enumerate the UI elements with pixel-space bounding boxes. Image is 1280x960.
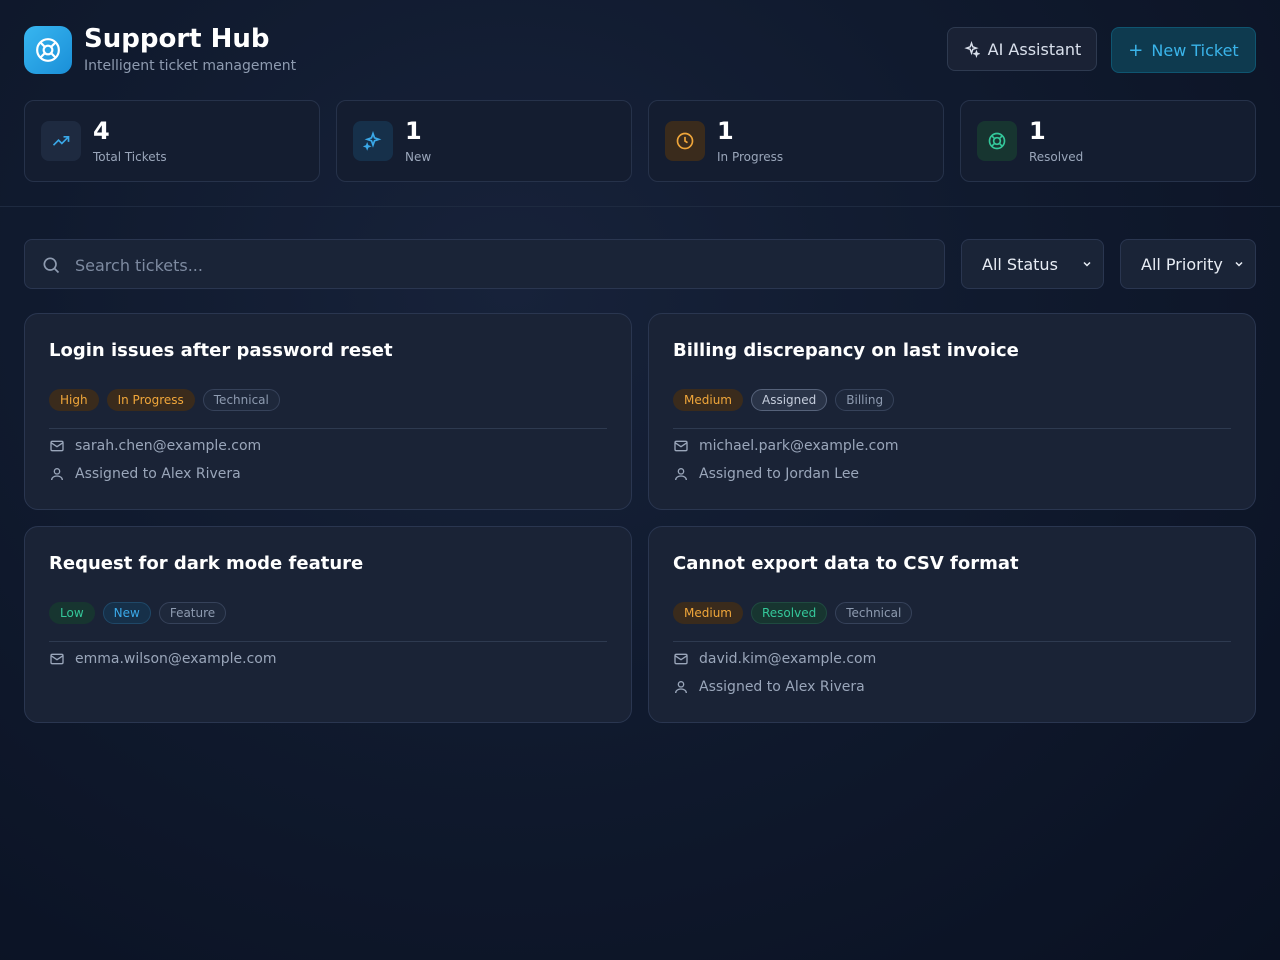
ticket-email: michael.park@example.com bbox=[673, 438, 899, 454]
new-ticket-label: New Ticket bbox=[1151, 40, 1239, 60]
header: Support Hub Intelligent ticket managemen… bbox=[0, 0, 1280, 207]
divider bbox=[673, 641, 1231, 642]
ticket-email: david.kim@example.com bbox=[673, 651, 876, 667]
plus-icon: + bbox=[1128, 39, 1144, 61]
category-badge: Technical bbox=[835, 602, 913, 624]
ticket-card[interactable]: Cannot export data to CSV format Medium … bbox=[648, 526, 1256, 723]
app-subtitle: Intelligent ticket management bbox=[84, 58, 297, 74]
ai-assistant-button[interactable]: AI Assistant bbox=[947, 27, 1097, 71]
ticket-assignee-text: Assigned to Alex Rivera bbox=[75, 466, 241, 482]
status-badge: Resolved bbox=[750, 602, 828, 624]
ticket-tags: Medium Assigned Billing bbox=[673, 389, 895, 411]
ticket-title: Request for dark mode feature bbox=[49, 553, 364, 574]
user-icon bbox=[675, 468, 687, 481]
ticket-card[interactable]: Login issues after password reset High I… bbox=[24, 313, 632, 510]
trending-up-icon bbox=[41, 121, 81, 161]
priority-badge: Medium bbox=[673, 602, 743, 624]
priority-badge: Low bbox=[49, 602, 95, 624]
divider bbox=[673, 428, 1231, 429]
stat-label: Resolved bbox=[1029, 150, 1084, 164]
category-badge: Feature bbox=[158, 602, 227, 624]
ticket-email-text: sarah.chen@example.com bbox=[75, 438, 262, 454]
ai-assistant-label: AI Assistant bbox=[987, 39, 1082, 59]
app-title: Support Hub bbox=[84, 24, 270, 54]
logo-life-buoy-icon bbox=[24, 26, 72, 74]
chevron-down-icon bbox=[1235, 261, 1243, 267]
ticket-assignee-text: Assigned to Jordan Lee bbox=[699, 466, 860, 482]
status-filter-value: All Status bbox=[982, 254, 1058, 274]
stat-in-progress: 1 In Progress bbox=[648, 100, 944, 182]
stat-value: 1 bbox=[717, 117, 734, 145]
stat-total-tickets: 4 Total Tickets bbox=[24, 100, 320, 182]
ticket-tags: High In Progress Technical bbox=[49, 389, 280, 411]
sparkles-icon bbox=[964, 40, 980, 58]
mail-icon bbox=[50, 653, 64, 665]
priority-badge: Medium bbox=[673, 389, 743, 411]
stat-label: New bbox=[405, 150, 432, 164]
priority-filter-select[interactable]: All Priority bbox=[1120, 239, 1256, 289]
user-icon bbox=[51, 468, 63, 481]
priority-filter-value: All Priority bbox=[1141, 254, 1223, 274]
ticket-title: Billing discrepancy on last invoice bbox=[673, 340, 1019, 361]
stat-label: In Progress bbox=[717, 150, 784, 164]
ticket-title: Login issues after password reset bbox=[49, 340, 393, 361]
stat-new: 1 New bbox=[336, 100, 632, 182]
ticket-assignee: Assigned to Alex Rivera bbox=[673, 679, 865, 695]
divider bbox=[49, 641, 607, 642]
ticket-assignee: Assigned to Jordan Lee bbox=[673, 466, 859, 482]
divider bbox=[49, 428, 607, 429]
status-badge: New bbox=[102, 602, 151, 624]
stat-label: Total Tickets bbox=[93, 150, 167, 164]
ticket-email: emma.wilson@example.com bbox=[49, 651, 277, 667]
chevron-down-icon bbox=[1083, 261, 1091, 267]
ticket-email-text: david.kim@example.com bbox=[699, 651, 877, 667]
search-box bbox=[24, 239, 945, 290]
mail-icon bbox=[674, 440, 688, 452]
ticket-assignee-text: Assigned to Alex Rivera bbox=[699, 679, 865, 695]
stat-value: 1 bbox=[1029, 117, 1046, 145]
mail-icon bbox=[674, 653, 688, 665]
ticket-title: Cannot export data to CSV format bbox=[673, 553, 1019, 574]
mail-icon bbox=[50, 440, 64, 452]
priority-badge: High bbox=[49, 389, 99, 411]
search-icon bbox=[43, 257, 60, 274]
user-icon bbox=[675, 681, 687, 694]
ticket-tags: Medium Resolved Technical bbox=[673, 602, 913, 624]
clock-icon bbox=[665, 121, 705, 161]
status-badge: In Progress bbox=[106, 389, 195, 411]
sparkles-icon bbox=[353, 121, 393, 161]
category-badge: Billing bbox=[835, 389, 895, 411]
ticket-email: sarah.chen@example.com bbox=[49, 438, 261, 454]
search-input[interactable] bbox=[73, 240, 937, 290]
stat-resolved: 1 Resolved bbox=[960, 100, 1256, 182]
status-badge: Assigned bbox=[750, 389, 828, 411]
ticket-assignee: Assigned to Alex Rivera bbox=[49, 466, 241, 482]
category-badge: Technical bbox=[202, 389, 280, 411]
new-ticket-button[interactable]: + New Ticket bbox=[1111, 27, 1256, 73]
ticket-email-text: michael.park@example.com bbox=[699, 438, 899, 454]
ticket-email-text: emma.wilson@example.com bbox=[75, 651, 277, 667]
stat-value: 1 bbox=[405, 117, 422, 145]
ticket-card[interactable]: Request for dark mode feature Low New Fe… bbox=[24, 526, 632, 723]
ticket-tags: Low New Feature bbox=[49, 602, 227, 624]
stat-value: 4 bbox=[93, 117, 110, 145]
status-filter-select[interactable]: All Status bbox=[961, 239, 1104, 289]
ticket-card[interactable]: Billing discrepancy on last invoice Medi… bbox=[648, 313, 1256, 510]
life-buoy-icon bbox=[977, 121, 1017, 161]
